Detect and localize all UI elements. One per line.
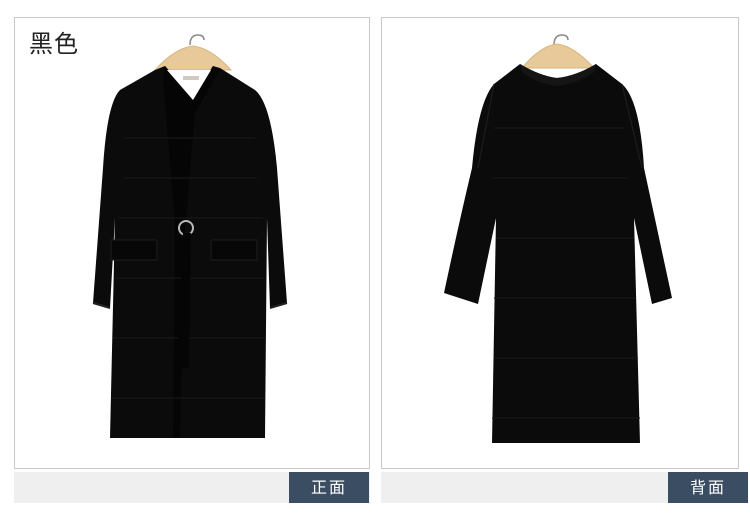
hanger-icon [153,34,233,71]
back-view-tab[interactable]: 背面 [668,472,748,503]
front-cardigan-image [92,34,288,438]
back-view-panel [381,17,739,469]
front-view-panel: 黑色 [14,17,370,469]
front-view-tab[interactable]: 正面 [289,472,369,503]
back-cardigan-image [444,34,672,443]
hanger-icon [520,34,596,69]
